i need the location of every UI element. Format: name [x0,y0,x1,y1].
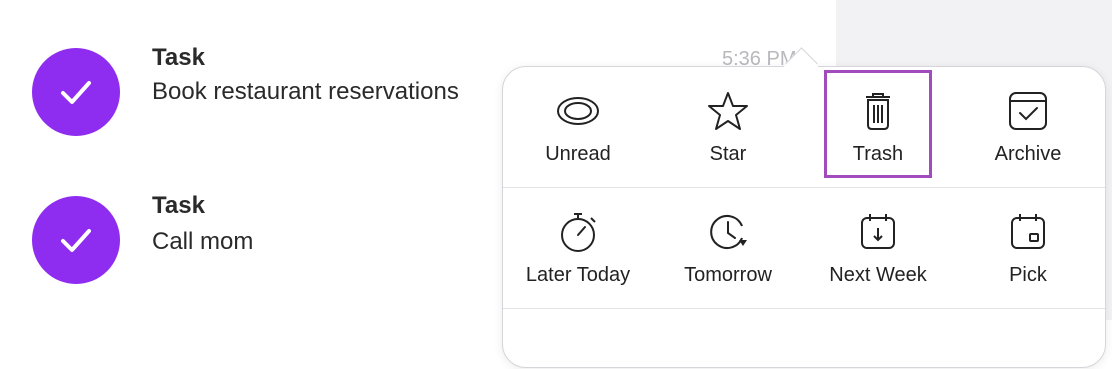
unread-button[interactable]: Unread [503,67,653,187]
trash-icon [856,89,900,133]
archive-label: Archive [994,143,1062,165]
unread-label: Unread [545,143,611,165]
later-today-label: Later Today [525,264,631,286]
action-row-snooze: Later Today Tomorrow Next Week Pick [503,187,1105,308]
checkmark-icon[interactable] [32,196,120,284]
timer-icon [556,210,600,254]
star-button[interactable]: Star [653,67,803,187]
checkmark-icon[interactable] [32,48,120,136]
task-subtitle: Call mom [152,228,254,255]
pick-button[interactable]: Pick [953,188,1103,308]
task-subtitle: Book restaurant reservations [152,78,459,105]
task-title: Task [152,192,205,219]
popover-arrow-join [784,66,818,80]
archive-icon [1006,89,1050,133]
clock-forward-icon [706,210,750,254]
tomorrow-button[interactable]: Tomorrow [653,188,803,308]
action-popover: Unread Star Trash Archive Later Today To… [502,66,1106,368]
task-title: Task [152,44,205,71]
star-icon [706,89,750,133]
eye-icon [556,89,600,133]
star-label: Star [709,143,747,165]
calendar-pick-icon [1006,210,1050,254]
action-row-primary: Unread Star Trash Archive [503,67,1105,187]
action-row-more [503,308,1105,369]
calendar-down-icon [856,210,900,254]
later-today-button[interactable]: Later Today [503,188,653,308]
trash-button[interactable]: Trash [803,67,953,187]
tomorrow-label: Tomorrow [684,264,772,286]
next-week-button[interactable]: Next Week [803,188,953,308]
next-week-label: Next Week [829,264,927,286]
trash-label: Trash [852,143,904,165]
archive-button[interactable]: Archive [953,67,1103,187]
pick-label: Pick [1009,264,1047,286]
